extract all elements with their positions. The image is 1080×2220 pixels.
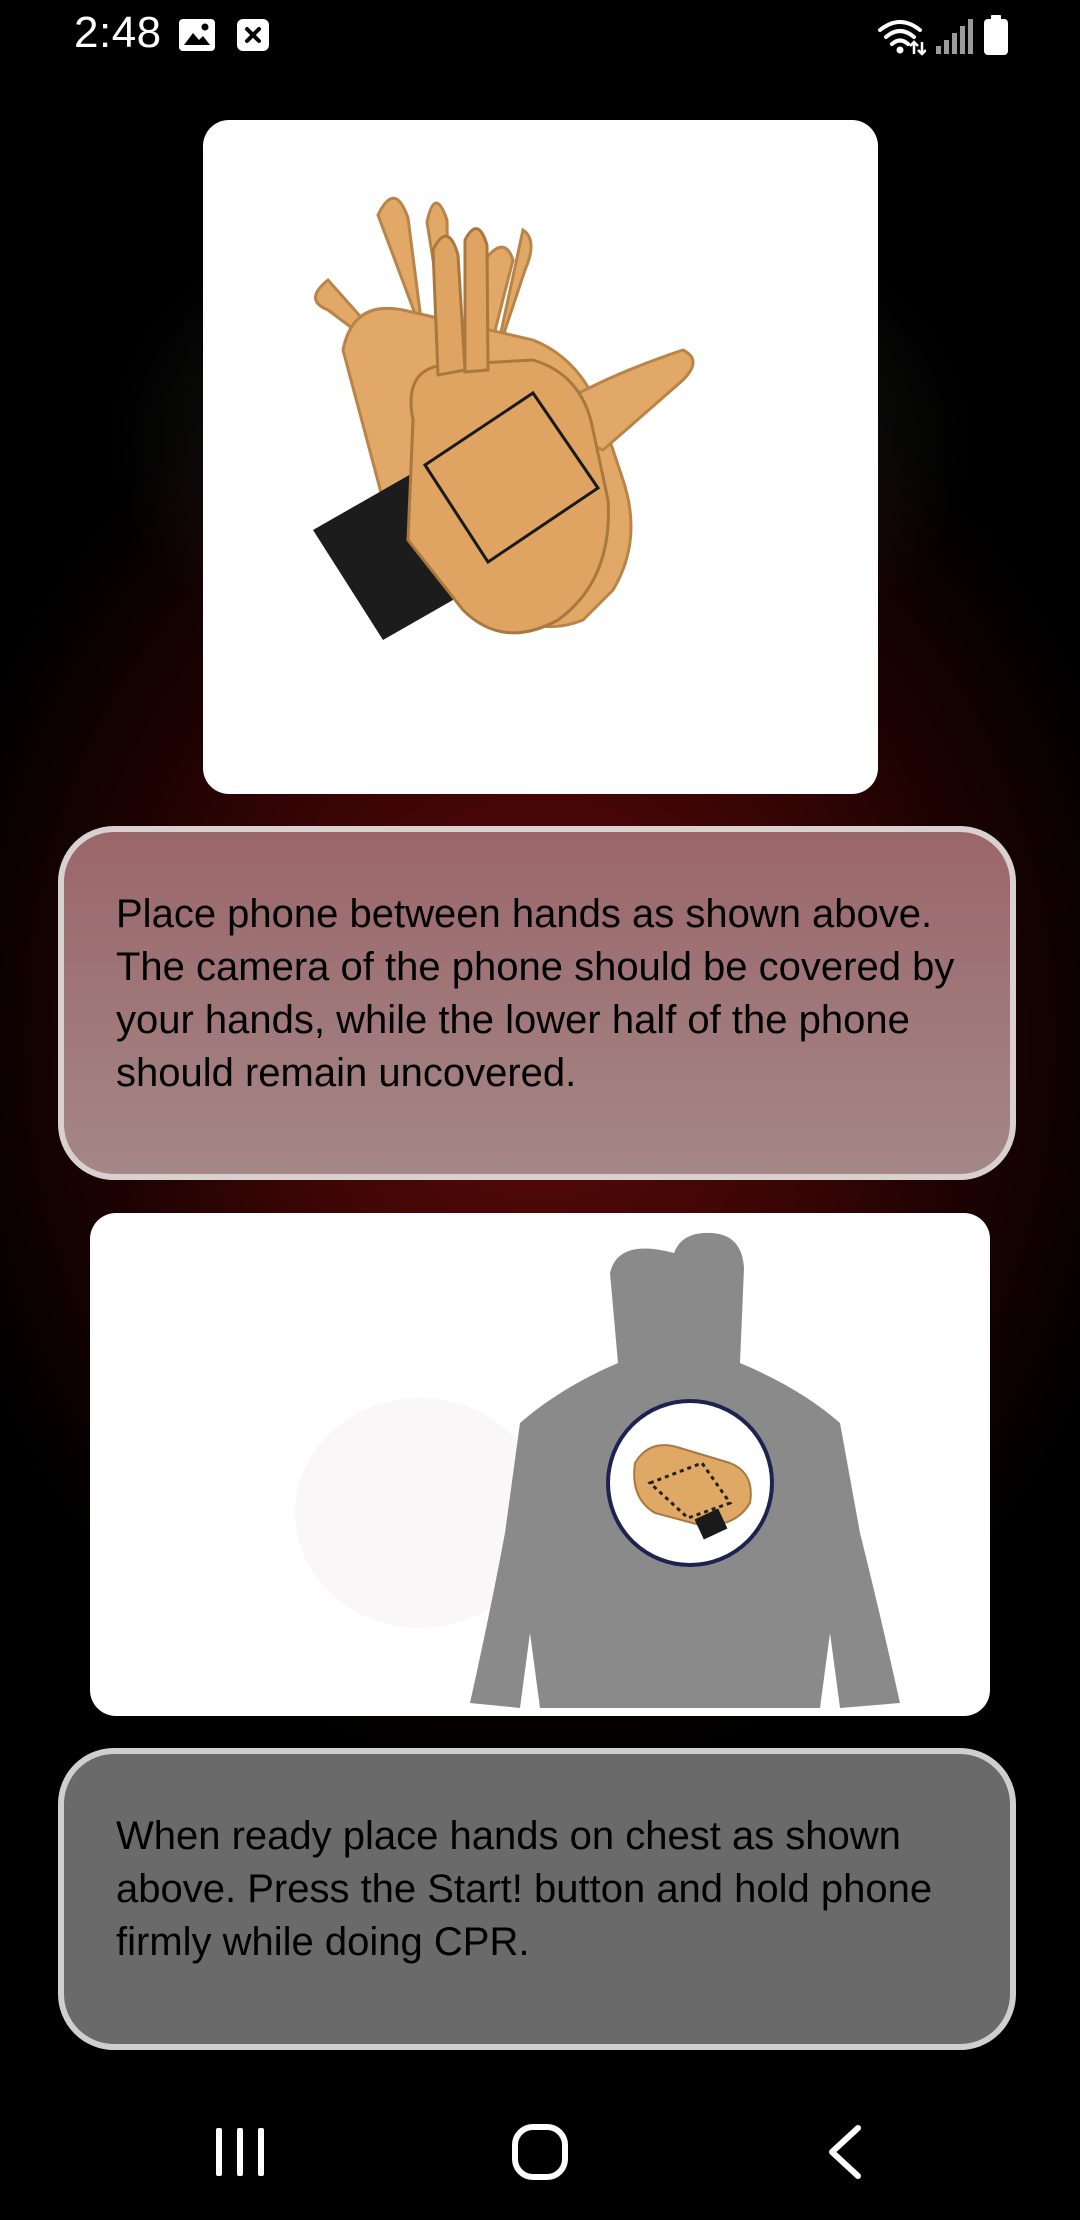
hands-on-chest-image [90,1213,990,1716]
chest-illustration [295,1232,900,1708]
navigation-bar [0,2080,1080,2220]
home-icon[interactable] [510,2122,570,2182]
instruction-text-1: Place phone between hands as shown above… [116,892,955,1095]
status-bar: 2:48 [0,0,1080,72]
wifi-icon [878,20,926,56]
signal-icon [936,19,973,54]
hands-illustration [313,196,695,640]
instruction-box-2: When ready place hands on chest as shown… [58,1748,1016,2050]
battery-icon [984,15,1008,55]
back-icon[interactable] [820,2122,870,2182]
recents-icon[interactable] [210,2124,270,2180]
hands-with-phone-image [203,120,878,794]
instruction-box-1: Place phone between hands as shown above… [58,826,1016,1180]
instruction-text-2: When ready place hands on chest as shown… [116,1814,933,1964]
status-time: 2:48 [74,8,162,57]
gallery-icon [179,19,215,51]
close-notification-icon [237,19,269,51]
